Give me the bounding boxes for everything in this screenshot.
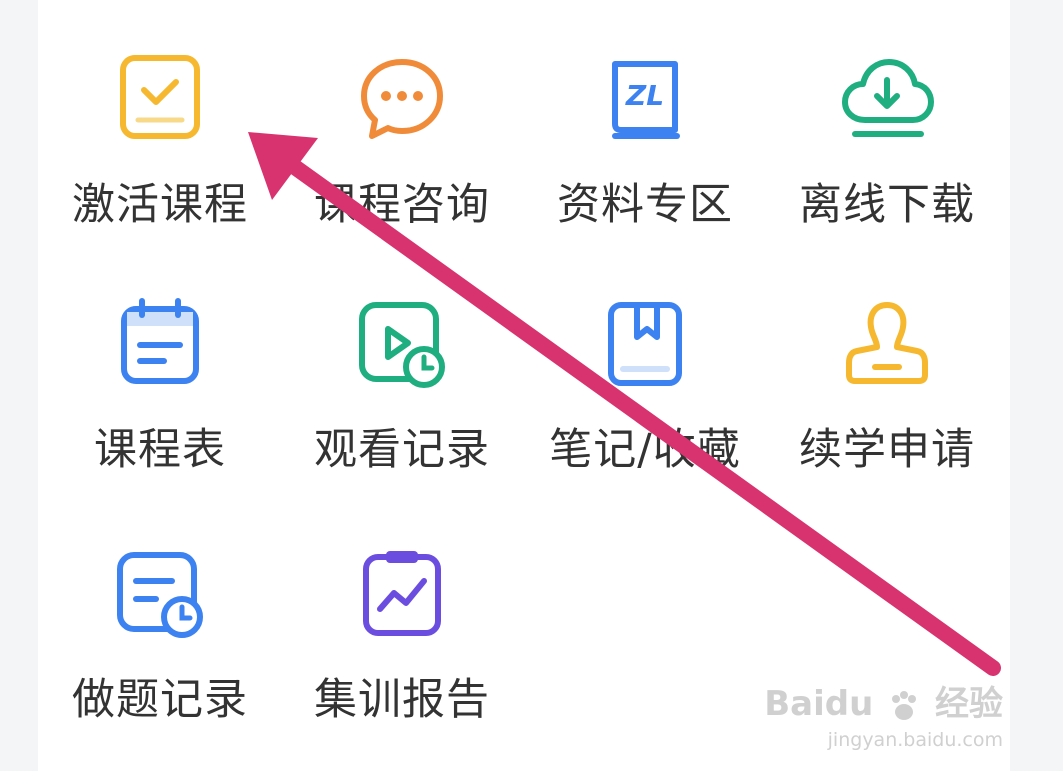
exercise-history-icon [110, 545, 210, 645]
book-icon: ZL [595, 50, 695, 150]
menu-item-renewal-request[interactable]: 续学申请 [787, 295, 987, 495]
menu-item-label: 离线下载 [799, 180, 975, 230]
activate-course-icon [110, 50, 210, 150]
menu-item-offline-download[interactable]: 离线下载 [787, 50, 987, 250]
menu-item-label: 课程咨询 [314, 180, 490, 230]
menu-item-notes-favorites[interactable]: 笔记/收藏 [545, 295, 745, 495]
menu-item-training-report[interactable]: 集训报告 [302, 545, 502, 745]
menu-item-course-consult[interactable]: 课程咨询 [302, 50, 502, 250]
menu-item-watch-history[interactable]: 观看记录 [302, 295, 502, 495]
report-chart-icon [352, 545, 452, 645]
menu-grid: 激活课程 课程咨询 ZL 资料专区 离线下载 课程表 观看记录 笔记/收藏 续学… [0, 0, 1063, 771]
menu-item-label: 集训报告 [314, 675, 490, 725]
menu-item-exercise-history[interactable]: 做题记录 [60, 545, 260, 745]
menu-item-schedule[interactable]: 课程表 [60, 295, 260, 495]
menu-item-label: 做题记录 [72, 675, 248, 725]
menu-item-label: 资料专区 [557, 180, 733, 230]
cloud-download-icon [837, 50, 937, 150]
menu-item-label: 续学申请 [799, 425, 975, 475]
video-history-icon [352, 295, 452, 395]
bookmark-book-icon [595, 295, 695, 395]
chat-bubble-icon [352, 50, 452, 150]
menu-item-label: 课程表 [94, 425, 226, 475]
svg-text:ZL: ZL [625, 79, 664, 112]
menu-item-activate-course[interactable]: 激活课程 [60, 50, 260, 250]
menu-item-label: 激活课程 [72, 180, 248, 230]
menu-item-label: 笔记/收藏 [549, 425, 741, 475]
calendar-icon [110, 295, 210, 395]
menu-item-label: 观看记录 [314, 425, 490, 475]
menu-item-materials[interactable]: ZL 资料专区 [545, 50, 745, 250]
stamp-icon [837, 295, 937, 395]
